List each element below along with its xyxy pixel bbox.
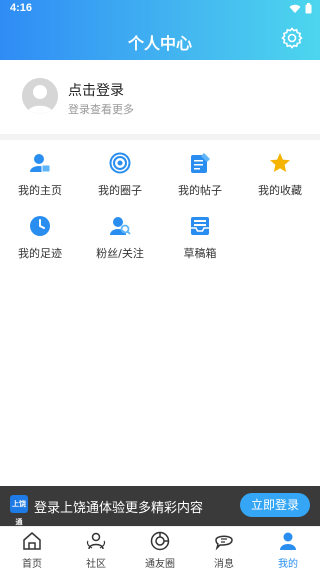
default-avatar-icon <box>22 78 58 114</box>
avatar[interactable] <box>22 78 58 114</box>
tab-label: 消息 <box>214 559 234 569</box>
menu-label: 粉丝/关注 <box>96 247 144 260</box>
battery-icon <box>305 3 312 14</box>
menu-label: 我的帖子 <box>178 184 222 197</box>
tab-label: 首页 <box>22 559 42 569</box>
post-edit-icon <box>191 153 210 173</box>
login-title[interactable]: 点击登录 <box>68 80 124 100</box>
message-icon <box>215 535 233 551</box>
user-home-icon <box>30 154 51 173</box>
page-title: 个人中心 <box>127 34 192 53</box>
tab-label: 通友圈 <box>145 559 175 569</box>
status-time: 4:16 <box>10 2 33 14</box>
tab-label: 我的 <box>278 559 298 569</box>
login-subtitle: 登录查看更多 <box>68 103 134 116</box>
menu-item-fans-follow[interactable]: 粉丝/关注 <box>80 215 160 265</box>
community-icon <box>86 532 106 550</box>
me-icon <box>280 532 296 550</box>
menu-item-favorites[interactable]: 我的收藏 <box>240 152 320 202</box>
menu-label: 我的足迹 <box>18 247 62 260</box>
section-divider <box>0 134 320 140</box>
menu-item-posts[interactable]: 我的帖子 <box>160 152 240 202</box>
menu-label: 我的主页 <box>18 184 62 197</box>
menu-item-homepage[interactable]: 我的主页 <box>0 152 80 202</box>
circle-target-icon <box>109 152 131 174</box>
bottom-tabbar: 首页 社区 通友圈 消息 我的 <box>0 526 320 569</box>
status-bar: 4:16 <box>0 0 320 18</box>
menu-label: 草稿箱 <box>183 247 217 260</box>
header: 4:16 个人中心 <box>0 0 320 60</box>
profile-card[interactable]: 点击登录 登录查看更多 <box>0 60 320 136</box>
tab-community[interactable]: 社区 <box>64 531 128 569</box>
menu-item-circles[interactable]: 我的圈子 <box>80 152 160 202</box>
system-icons <box>289 3 312 14</box>
tab-friends-circle[interactable]: 通友圈 <box>128 531 192 569</box>
home-icon <box>23 532 41 550</box>
menu-label: 我的圈子 <box>98 184 142 197</box>
menu-label: 我的收藏 <box>258 184 302 197</box>
wifi-icon <box>289 4 301 13</box>
app-logo: 上饶通 <box>10 495 28 526</box>
fans-icon <box>110 217 131 235</box>
banner-text: 登录上饶通体验更多精彩内容 <box>34 501 204 516</box>
clock-icon <box>30 216 50 236</box>
drafts-icon <box>191 217 209 235</box>
login-now-button[interactable]: 立即登录 <box>240 493 310 517</box>
menu-item-drafts[interactable]: 草稿箱 <box>160 215 240 265</box>
friends-circle-icon <box>150 531 170 551</box>
tab-label: 社区 <box>86 559 106 569</box>
tab-home[interactable]: 首页 <box>0 531 64 569</box>
star-icon <box>270 153 290 172</box>
tab-me[interactable]: 我的 <box>256 531 320 569</box>
gear-icon[interactable] <box>280 26 304 50</box>
tab-messages[interactable]: 消息 <box>192 531 256 569</box>
menu-item-footprints[interactable]: 我的足迹 <box>0 215 80 265</box>
login-banner: 上饶通 登录上饶通体验更多精彩内容 立即登录 <box>0 486 320 526</box>
